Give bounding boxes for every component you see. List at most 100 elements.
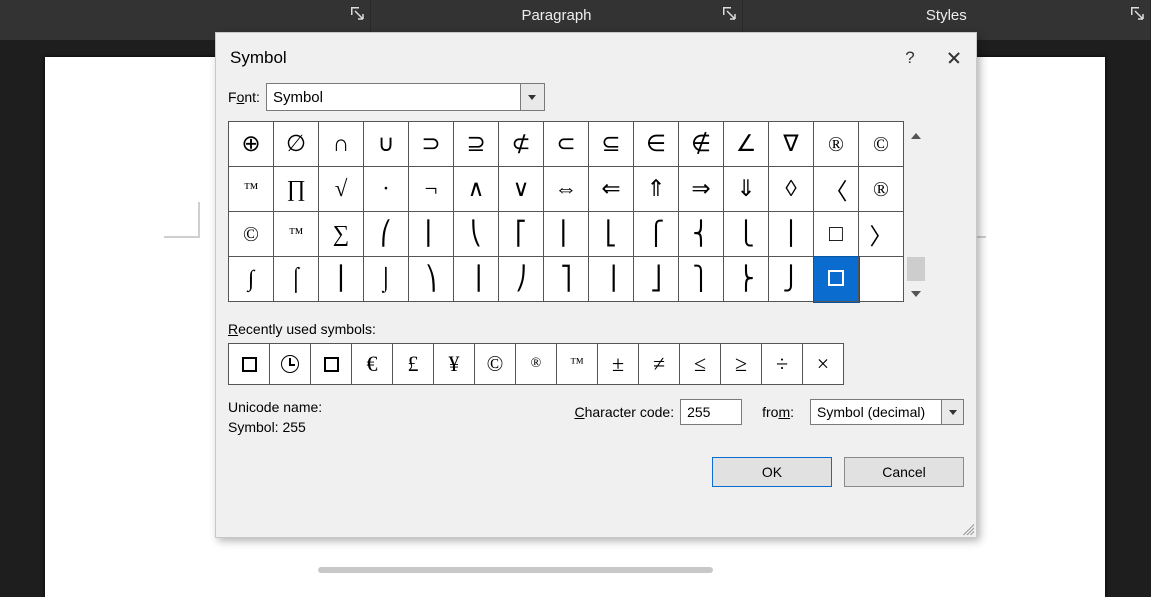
symbol-cell[interactable]: ∪: [364, 122, 409, 167]
symbol-cell[interactable]: ·: [364, 167, 409, 212]
scroll-up-button[interactable]: [907, 127, 925, 145]
symbol-cell[interactable]: ⎤: [544, 257, 589, 302]
symbol-cell[interactable]: ∑: [319, 212, 364, 257]
symbol-cell[interactable]: √: [319, 167, 364, 212]
from-dropdown-button[interactable]: [942, 399, 964, 425]
symbol-cell[interactable]: ⎠: [499, 257, 544, 302]
recent-symbol-cell[interactable]: ≤: [679, 343, 721, 385]
scroll-down-button[interactable]: [907, 285, 925, 303]
symbol-cell[interactable]: ®: [814, 122, 859, 167]
symbol-cell[interactable]: ⇒: [679, 167, 724, 212]
symbol-cell[interactable]: □: [814, 212, 859, 257]
dialog-launcher-icon[interactable]: [350, 6, 364, 20]
symbol-cell[interactable]: ∏: [274, 167, 319, 212]
ribbon-group-paragraph: Paragraph: [521, 7, 591, 24]
symbol-cell[interactable]: ∉: [679, 122, 724, 167]
symbol-cell[interactable]: ¬: [409, 167, 454, 212]
symbol-cell[interactable]: ⎬: [724, 257, 769, 302]
symbol-cell[interactable]: 〈: [814, 167, 859, 212]
from-combobox[interactable]: [810, 399, 964, 425]
symbol-cell[interactable]: ⎝: [454, 212, 499, 257]
symbol-cell[interactable]: ⊇: [454, 122, 499, 167]
symbol-cell[interactable]: ⎮: [319, 257, 364, 302]
resize-grip[interactable]: [960, 521, 974, 535]
font-dropdown-button[interactable]: [521, 83, 545, 111]
symbol-cell[interactable]: ∠: [724, 122, 769, 167]
symbol-cell[interactable]: ©: [859, 122, 904, 167]
symbol-cell[interactable]: [814, 257, 859, 302]
symbol-cell[interactable]: ⎞: [409, 257, 454, 302]
symbol-cell[interactable]: ⊃: [409, 122, 454, 167]
symbol-cell[interactable]: ⊕: [229, 122, 274, 167]
symbol-cell[interactable]: ∈: [634, 122, 679, 167]
recent-symbol-cell[interactable]: ©: [474, 343, 516, 385]
dialog-launcher-icon[interactable]: [1130, 6, 1144, 20]
from-input[interactable]: [810, 399, 942, 425]
symbol-cell[interactable]: 〉: [859, 212, 904, 257]
charcode-input[interactable]: [680, 399, 742, 425]
recent-symbol-cell[interactable]: ≥: [720, 343, 762, 385]
symbol-cell[interactable]: ⇓: [724, 167, 769, 212]
symbol-cell[interactable]: ⎢: [544, 212, 589, 257]
symbol-cell[interactable]: [859, 257, 904, 302]
symbol-cell[interactable]: ⎜: [409, 212, 454, 257]
titlebar[interactable]: Symbol ?: [216, 33, 976, 83]
symbol-cell[interactable]: ⎟: [454, 257, 499, 302]
symbol-cell[interactable]: ⎧: [634, 212, 679, 257]
recent-symbol-cell[interactable]: ±: [597, 343, 639, 385]
cancel-button[interactable]: Cancel: [844, 457, 964, 487]
recent-symbol-cell[interactable]: ÷: [761, 343, 803, 385]
symbol-cell[interactable]: ™: [274, 212, 319, 257]
font-combobox[interactable]: [266, 83, 545, 111]
recent-symbol-cell[interactable]: ×: [802, 343, 844, 385]
symbol-cell[interactable]: ⊆: [589, 122, 634, 167]
symbol-cell[interactable]: ⎡: [499, 212, 544, 257]
symbol-cell[interactable]: ⇑: [634, 167, 679, 212]
recent-symbol-cell[interactable]: €: [351, 343, 393, 385]
symbol-cell[interactable]: ⎦: [634, 257, 679, 302]
symbol-cell[interactable]: ∩: [319, 122, 364, 167]
close-button[interactable]: [932, 38, 976, 78]
recent-symbol-cell[interactable]: ®: [515, 343, 557, 385]
symbol-cell[interactable]: ®: [859, 167, 904, 212]
recent-symbol-cell[interactable]: ¥: [433, 343, 475, 385]
symbol-cell[interactable]: ⎥: [589, 257, 634, 302]
symbol-cell[interactable]: ∧: [454, 167, 499, 212]
charcode-label: Character code:: [574, 404, 674, 420]
symbol-cell[interactable]: ⌡: [364, 257, 409, 302]
symbol-cell[interactable]: ∇: [769, 122, 814, 167]
symbol-cell[interactable]: ◊: [769, 167, 814, 212]
symbol-cell[interactable]: ⎛: [364, 212, 409, 257]
symbol-cell[interactable]: ⎫: [679, 257, 724, 302]
symbol-cell[interactable]: ⊄: [499, 122, 544, 167]
recent-symbol-cell[interactable]: [269, 343, 311, 385]
symbol-cell[interactable]: ∨: [499, 167, 544, 212]
symbol-cell[interactable]: ⇐: [589, 167, 634, 212]
symbol-cell[interactable]: ⎭: [769, 257, 814, 302]
symbol-cell[interactable]: ⊂: [544, 122, 589, 167]
symbol-cell[interactable]: ⎣: [589, 212, 634, 257]
help-button[interactable]: ?: [888, 38, 932, 78]
close-icon: [947, 51, 961, 65]
symbol-cell[interactable]: ©: [229, 212, 274, 257]
symbol-cell[interactable]: ⎩: [724, 212, 769, 257]
recent-symbol-cell[interactable]: ≠: [638, 343, 680, 385]
recent-symbol-cell[interactable]: [310, 343, 352, 385]
symbol-cell[interactable]: ⎨: [679, 212, 724, 257]
symbol-cell[interactable]: ™: [229, 167, 274, 212]
recent-symbol-cell[interactable]: [228, 343, 270, 385]
symbol-cell[interactable]: ⌠: [274, 257, 319, 302]
font-input[interactable]: [266, 83, 521, 111]
symbol-cell[interactable]: ∫: [229, 257, 274, 302]
ok-button[interactable]: OK: [712, 457, 832, 487]
recent-symbol-cell[interactable]: £: [392, 343, 434, 385]
grid-scrollbar[interactable]: [906, 121, 926, 303]
symbol-cell[interactable]: ⇔: [544, 167, 589, 212]
scroll-thumb[interactable]: [907, 257, 925, 281]
recent-symbols[interactable]: €£¥©®™±≠≤≥÷×: [228, 343, 964, 385]
dialog-launcher-icon[interactable]: [722, 6, 736, 20]
symbol-cell[interactable]: ∅: [274, 122, 319, 167]
symbol-cell[interactable]: ⎪: [769, 212, 814, 257]
recent-symbol-cell[interactable]: ™: [556, 343, 598, 385]
symbol-grid[interactable]: ⊕∅∩∪⊃⊇⊄⊂⊆∈∉∠∇®©™∏√·¬∧∨⇔⇐⇑⇒⇓◊〈®©™∑⎛⎜⎝⎡⎢⎣⎧…: [228, 121, 904, 302]
